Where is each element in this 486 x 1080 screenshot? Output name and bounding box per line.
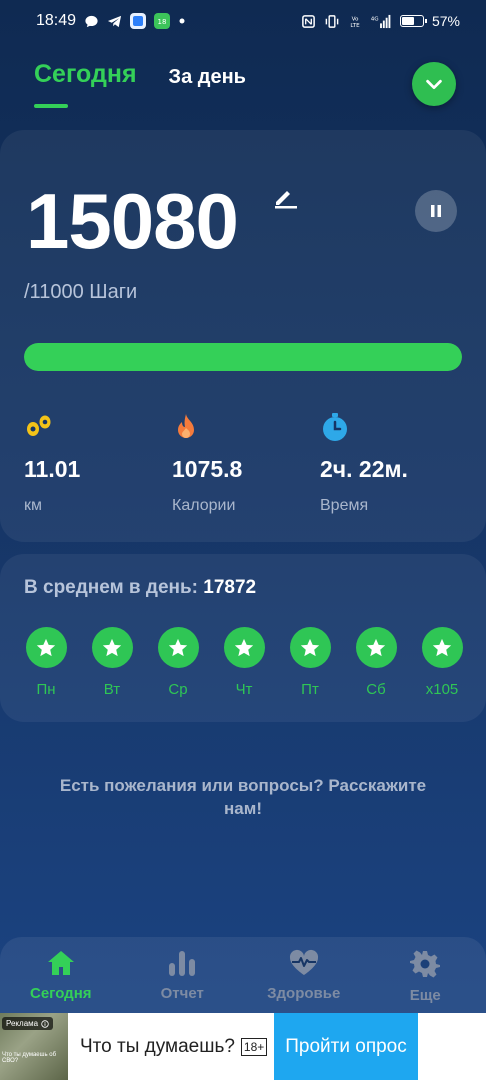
average-value: 17872 (203, 577, 257, 598)
nav-health-label: Здоровье (267, 985, 341, 1002)
day-label: Пн (36, 681, 56, 698)
gear-icon (410, 950, 441, 978)
stat-time: 2ч. 22м. Время (320, 410, 460, 515)
stat-calories: 1075.8 Калории (172, 410, 312, 515)
ad-thumb-caption: Что ты думаешь об СВО? (2, 1052, 57, 1064)
nav-more-label: Еще (409, 987, 441, 1004)
time-value: 2ч. 22м. (320, 456, 408, 482)
star-icon (25, 627, 67, 668)
star-icon (223, 627, 265, 668)
ad-thumbnail[interactable]: Реклама Что ты думаешь об СВО? (0, 1013, 68, 1080)
top-tabs: Сегодня За день (34, 60, 246, 89)
time-unit: Время (320, 497, 369, 514)
ad-text[interactable]: Что ты думаешь? 18+ (68, 1013, 274, 1080)
app-icon-blue (130, 13, 147, 29)
footprints-icon (24, 410, 164, 444)
tab-today[interactable]: Сегодня (34, 60, 137, 89)
week-days: Пн Вт Ср Чт Пт Сб x105 (25, 627, 463, 698)
distance-unit: км (24, 497, 42, 514)
stopwatch-icon (320, 410, 460, 444)
telegram-icon (107, 14, 122, 29)
svg-text:LTE: LTE (350, 23, 360, 29)
nav-report[interactable]: Отчет (122, 937, 244, 1013)
calories-unit: Калории (172, 497, 236, 514)
tab-day[interactable]: За день (169, 66, 246, 89)
steps-progress-fill (24, 343, 462, 371)
ad-banner[interactable]: Реклама Что ты думаешь об СВО? Что ты ду… (0, 1013, 486, 1080)
day-item: Чт (223, 627, 265, 698)
day-item: Вт (91, 627, 133, 698)
day-item: Сб (355, 627, 397, 698)
steps-goal: /11000 Шаги (24, 281, 138, 303)
steps-progress-bar (24, 343, 462, 371)
home-icon (47, 951, 74, 975)
ad-badge: Реклама (2, 1017, 54, 1030)
battery-percent: 57% (431, 13, 460, 29)
heart-pulse-icon (289, 949, 318, 975)
stat-distance: 11.01 км (24, 410, 164, 515)
nav-today-label: Сегодня (29, 985, 92, 1002)
feedback-link[interactable]: Есть пожелания или вопросы? Расскажите н… (40, 775, 446, 821)
day-label: x105 (425, 681, 459, 698)
distance-value: 11.01 (24, 456, 81, 482)
pause-icon (431, 205, 441, 217)
svg-text:4G: 4G (371, 16, 379, 22)
day-label: Сб (366, 681, 386, 698)
ad-badge-label: Реклама (6, 1019, 39, 1028)
flame-icon (172, 410, 312, 444)
day-item: Пт (289, 627, 331, 698)
chat-icon (84, 14, 99, 29)
day-item: x105 (421, 627, 463, 698)
svg-text:18: 18 (158, 18, 167, 26)
expand-button[interactable] (412, 62, 456, 106)
status-time: 18:49 (36, 12, 77, 29)
steps-count: 15080 (26, 177, 239, 265)
nav-today[interactable]: Сегодня (0, 937, 122, 1013)
day-item: Ср (157, 627, 199, 698)
volte-icon: Vo LTE (348, 14, 362, 29)
day-item: Пн (25, 627, 67, 698)
nav-health[interactable]: Здоровье (243, 937, 365, 1013)
pause-button[interactable] (415, 190, 457, 232)
nav-report-label: Отчет (160, 985, 204, 1002)
signal-icon: 4G (370, 14, 392, 29)
ad-cta-button[interactable]: Пройти опрос (274, 1013, 418, 1080)
tab-active-indicator (34, 104, 68, 108)
star-icon (289, 627, 331, 668)
nav-more[interactable]: Еще (365, 937, 486, 1013)
info-icon (41, 1019, 49, 1028)
average-label: В среднем в день: (24, 577, 198, 598)
nfc-icon (301, 14, 316, 29)
star-icon (91, 627, 133, 668)
day-label: Чт (235, 681, 253, 698)
status-bar: 18:49 18 Vo LTE 4G 57% (0, 0, 486, 42)
chevron-down-icon (426, 79, 442, 90)
age-rating: 18+ (240, 1037, 268, 1056)
notification-dot-icon (178, 17, 186, 25)
bar-chart-icon (169, 951, 196, 976)
calories-value: 1075.8 (172, 456, 243, 482)
edit-icon[interactable] (272, 184, 298, 215)
average-line: В среднем в день: 17872 (24, 577, 256, 599)
svg-text:Vo: Vo (352, 16, 359, 22)
day-label: Вт (103, 681, 121, 698)
app-icon-green: 18 (154, 13, 171, 29)
ad-margin (418, 1013, 486, 1080)
vibrate-icon (324, 14, 340, 29)
bottom-nav: Сегодня Отчет Здоровье Еще (0, 937, 486, 1013)
star-icon (421, 627, 463, 668)
day-label: Пт (301, 681, 319, 698)
day-label: Ср (168, 681, 188, 698)
star-icon (157, 627, 199, 668)
battery-icon (399, 15, 427, 27)
star-icon (355, 627, 397, 668)
ad-headline: Что ты думаешь? (80, 1035, 235, 1057)
